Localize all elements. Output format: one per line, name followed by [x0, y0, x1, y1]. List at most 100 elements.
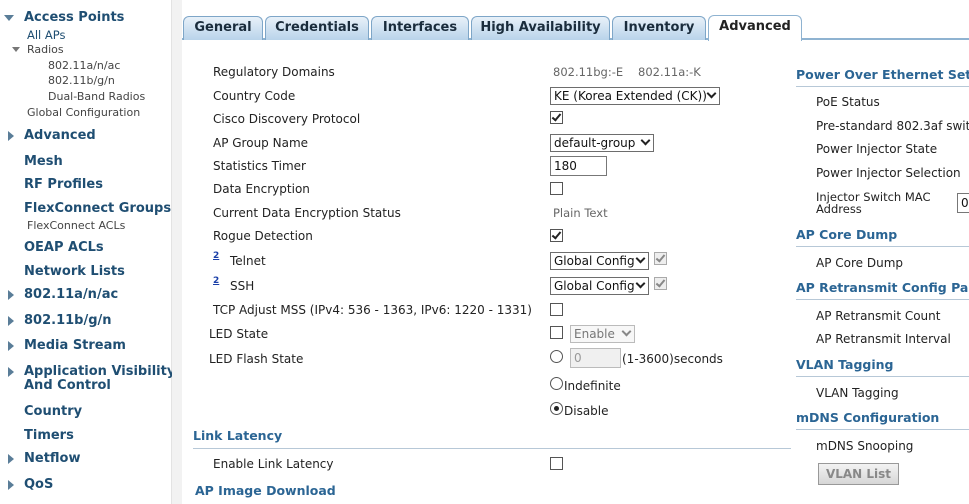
rogue-detection-label: Rogue Detection [213, 229, 313, 243]
section-divider [796, 376, 969, 377]
statistics-timer-label: Statistics Timer [213, 159, 306, 173]
nav-rf-profiles[interactable]: RF Profiles [24, 177, 103, 192]
power-injector-state-label: Power Injector State [816, 142, 938, 156]
led-flash-seconds-radio[interactable] [550, 350, 563, 363]
nav-flexconnect-acls[interactable]: FlexConnect ACLs [27, 219, 125, 232]
chevron-down-icon [621, 326, 632, 337]
retransmit-count-label: AP Retransmit Count [816, 309, 941, 323]
tab-inventory[interactable]: Inventory [612, 16, 706, 40]
regulatory-domains-label: Regulatory Domains [213, 65, 335, 79]
led-flash-indefinite-radio[interactable] [550, 377, 563, 390]
led-flash-disable-radio[interactable] [550, 402, 563, 415]
tab-high-availability[interactable]: High Availability [471, 16, 610, 40]
nav-country[interactable]: Country [24, 404, 82, 419]
checkmark-icon [655, 277, 666, 288]
ssh-select[interactable]: Global Config [550, 277, 649, 295]
checkmark-icon [551, 111, 562, 122]
telnet-checkbox[interactable] [654, 252, 667, 265]
telnet-footnote-link[interactable]: 2 [213, 251, 219, 261]
poe-section-title: Power Over Ethernet Setting [796, 67, 969, 82]
vlan-tagging-label: VLAN Tagging [816, 386, 899, 400]
enable-link-latency-label: Enable Link Latency [213, 457, 334, 471]
checkmark-icon [551, 229, 562, 240]
nav-qos[interactable]: QoS [24, 477, 53, 492]
sidebar-divider [172, 0, 182, 504]
chevron-down-icon [706, 88, 717, 99]
expand-icon[interactable] [12, 47, 20, 52]
regulatory-a-value: 802.11a:-K [638, 65, 701, 79]
injector-mac-input[interactable]: 00 [957, 193, 969, 213]
led-state-checkbox[interactable] [550, 326, 563, 339]
mdns-snooping-label: mDNS Snooping [816, 439, 914, 453]
vlan-list-button[interactable]: VLAN List [818, 463, 899, 485]
nav-media-stream[interactable]: Media Stream [24, 338, 126, 353]
telnet-label: Telnet [230, 254, 266, 268]
nav-radio-a[interactable]: 802.11a/n/ac [48, 59, 120, 72]
expand-icon[interactable] [8, 316, 14, 326]
checkmark-icon [655, 252, 666, 263]
retransmit-section-title: AP Retransmit Config Param [796, 280, 969, 295]
expand-icon[interactable] [8, 131, 14, 141]
led-state-select[interactable]: Enable [570, 325, 635, 343]
led-flash-seconds-input[interactable]: 0 [570, 348, 621, 368]
nav-avc-line2[interactable]: And Control [24, 378, 111, 393]
ssh-label: SSH [230, 279, 255, 293]
link-latency-section-title: Link Latency [193, 428, 283, 443]
section-divider [193, 448, 791, 449]
telnet-select[interactable]: Global Config [550, 252, 649, 270]
power-injector-selection-label: Power Injector Selection [816, 166, 961, 180]
nav-avc[interactable]: Application Visibility [24, 364, 175, 379]
nav-global-config[interactable]: Global Configuration [27, 106, 140, 119]
enable-link-latency-checkbox[interactable] [550, 457, 563, 470]
nav-oeap-acls[interactable]: OEAP ACLs [24, 240, 104, 255]
chevron-down-icon [640, 135, 651, 146]
chevron-down-icon [635, 253, 646, 264]
current-encryption-value: Plain Text [553, 206, 608, 220]
tcp-mss-checkbox[interactable] [550, 303, 563, 316]
country-code-select[interactable]: KE (Korea Extended (CK)) [550, 87, 720, 105]
tab-interfaces[interactable]: Interfaces [371, 16, 469, 40]
core-dump-section-title: AP Core Dump [796, 227, 898, 242]
ssh-checkbox[interactable] [654, 277, 667, 290]
nav-netflow[interactable]: Netflow [24, 451, 81, 466]
tab-advanced[interactable]: Advanced [708, 15, 802, 41]
pre-standard-label: Pre-standard 802.3af switch [816, 119, 969, 133]
tab-general[interactable]: General [183, 16, 263, 40]
expand-icon[interactable] [8, 367, 14, 377]
nav-mesh[interactable]: Mesh [24, 154, 63, 169]
expand-icon[interactable] [8, 341, 14, 351]
nav-advanced[interactable]: Advanced [24, 128, 96, 143]
section-divider [796, 86, 969, 87]
led-state-label: LED State [209, 327, 269, 341]
nav-all-aps[interactable]: All APs [27, 28, 66, 42]
ssh-footnote-link[interactable]: 2 [213, 276, 219, 286]
nav-802-11a[interactable]: 802.11a/n/ac [24, 287, 118, 302]
led-flash-label: LED Flash State [209, 352, 304, 366]
nav-access-points[interactable]: Access Points [24, 10, 124, 25]
section-divider [796, 429, 969, 430]
nav-radios[interactable]: Radios [27, 43, 64, 56]
nav-timers[interactable]: Timers [24, 428, 74, 443]
ap-group-select[interactable]: default-group [550, 134, 654, 152]
nav-802-11b[interactable]: 802.11b/g/n [24, 313, 112, 328]
ap-core-dump-label: AP Core Dump [816, 256, 903, 270]
country-code-label: Country Code [213, 89, 296, 103]
expand-icon[interactable] [8, 454, 14, 464]
expand-icon[interactable] [8, 290, 14, 300]
nav-network-lists[interactable]: Network Lists [24, 264, 125, 279]
tcp-mss-label: TCP Adjust MSS (IPv4: 536 - 1363, IPv6: … [213, 303, 532, 317]
tab-credentials[interactable]: Credentials [265, 16, 369, 40]
statistics-timer-input[interactable]: 180 [550, 156, 607, 176]
data-encryption-label: Data Encryption [213, 182, 310, 196]
nav-radio-b[interactable]: 802.11b/g/n [48, 74, 115, 87]
expand-icon[interactable] [8, 480, 14, 490]
mdns-section-title: mDNS Configuration [796, 410, 940, 425]
data-encryption-checkbox[interactable] [550, 182, 563, 195]
section-divider [796, 246, 969, 247]
rogue-detection-checkbox[interactable] [550, 229, 563, 242]
nav-dual-band[interactable]: Dual-Band Radios [48, 90, 145, 103]
expand-icon[interactable] [4, 15, 14, 21]
led-flash-disable-label: Disable [564, 404, 609, 418]
nav-flexconnect-groups[interactable]: FlexConnect Groups [24, 201, 171, 216]
cdp-checkbox[interactable] [550, 111, 563, 124]
